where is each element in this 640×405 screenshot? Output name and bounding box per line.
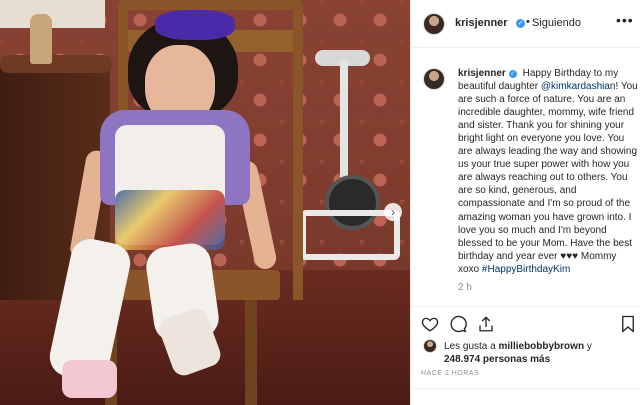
- side-table-top: [0, 55, 112, 73]
- post-photo[interactable]: ›: [0, 0, 410, 405]
- divider: [411, 388, 640, 389]
- comments-area: krisjenner ✓ Happy Birthday to my beautif…: [411, 48, 640, 306]
- caption-username[interactable]: krisjenner: [458, 68, 506, 79]
- likes-summary: Les gusta a milliebobbybrown y 248.974 p…: [411, 337, 640, 367]
- post-header: krisjenner ✓ • Siguiendo •••: [411, 0, 640, 48]
- likes-count[interactable]: 248.974 personas más: [444, 354, 550, 365]
- comment-time: 2 h: [458, 282, 472, 293]
- heart-icon[interactable]: [421, 315, 439, 333]
- avatar[interactable]: [423, 339, 437, 353]
- bookmark-icon[interactable]: [619, 315, 637, 333]
- overalls-patch: [115, 190, 225, 250]
- liker-username[interactable]: milliebobbybrown: [499, 341, 585, 352]
- caption-hashtag-link[interactable]: #HappyBirthdayKim: [482, 264, 570, 275]
- chair-leg: [245, 295, 257, 405]
- author-username[interactable]: krisjenner: [455, 17, 508, 29]
- verified-badge-icon: ✓: [508, 70, 517, 78]
- following-button[interactable]: Siguiendo: [532, 17, 581, 29]
- child-shoe: [62, 360, 117, 398]
- likes-conjunction: y: [586, 341, 592, 352]
- window-curtain: [0, 0, 105, 28]
- more-options-icon[interactable]: •••: [616, 12, 634, 28]
- figurine: [30, 14, 52, 64]
- chevron-right-icon[interactable]: ›: [384, 203, 402, 221]
- likes-prefix: Les gusta a: [444, 341, 496, 352]
- post-caption: krisjenner ✓ Happy Birthday to my beautif…: [458, 67, 638, 276]
- separator-dot: •: [526, 16, 530, 28]
- avatar[interactable]: [423, 68, 445, 90]
- caption-mention-link[interactable]: @kimkardashian: [541, 81, 616, 92]
- avatar[interactable]: [423, 13, 445, 35]
- likes-text: Les gusta a milliebobbybrown y 248.974 p…: [444, 340, 634, 366]
- share-icon[interactable]: [477, 315, 495, 333]
- post-sidebar: krisjenner ✓ • Siguiendo ••• krisjenner ✓…: [410, 0, 640, 405]
- action-bar: [411, 306, 640, 340]
- hair-bow: [155, 10, 235, 40]
- post-timestamp: HACE 2 HORAS: [421, 370, 480, 377]
- comment-icon[interactable]: [449, 315, 467, 333]
- caption-text: ! You are such a force of nature. You ar…: [458, 81, 638, 275]
- verified-badge-icon: ✓: [516, 19, 525, 28]
